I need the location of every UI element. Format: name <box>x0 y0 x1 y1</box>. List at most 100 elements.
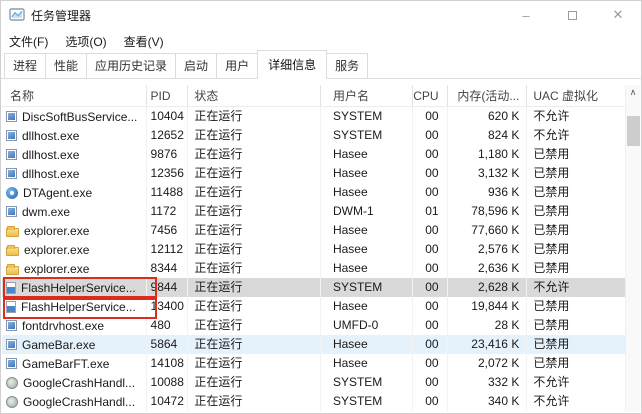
user-cell: DWM-1 <box>321 202 413 221</box>
cpu-cell: 00 <box>413 354 448 373</box>
process-icon <box>6 376 18 389</box>
process-row[interactable]: dllhost.exe 12356 正在运行 Hasee 00 3,132 K … <box>2 164 625 183</box>
cpu-cell: 01 <box>413 202 448 221</box>
column-header-cpu[interactable]: CPU <box>413 85 448 106</box>
process-icon <box>6 130 17 141</box>
close-button[interactable]: ✕ <box>595 1 641 29</box>
menu-item-view[interactable]: 查看(V) <box>124 31 171 52</box>
tab-performance[interactable]: 性能 <box>45 53 88 79</box>
process-name: dllhost.exe <box>22 128 80 143</box>
process-row[interactable]: DiscSoftBusService... 10404 正在运行 SYSTEM … <box>2 107 625 126</box>
cpu-cell: 00 <box>413 297 448 316</box>
process-row[interactable]: FlashHelperService... 13400 正在运行 Hasee 0… <box>2 296 625 319</box>
process-row[interactable]: explorer.exe 8344 正在运行 Hasee 00 2,636 K … <box>2 259 625 278</box>
memory-cell: 28 K <box>448 316 528 335</box>
process-row[interactable]: FlashHelperService... 9844 正在运行 SYSTEM 0… <box>2 277 625 300</box>
process-name-cell: dllhost.exe <box>2 164 147 183</box>
tab-users[interactable]: 用户 <box>216 53 259 79</box>
process-name: GameBarFT.exe <box>22 356 110 371</box>
cpu-cell: 00 <box>413 221 448 240</box>
status-cell: 正在运行 <box>188 354 321 373</box>
pid-cell: 12112 <box>147 240 189 259</box>
process-name: fontdrvhost.exe <box>22 318 105 333</box>
menu-item-options[interactable]: 选项(O) <box>65 31 113 52</box>
uac-cell: 不允许 <box>533 109 570 123</box>
process-row[interactable]: GameBar.exe 5864 正在运行 Hasee 00 23,416 K … <box>2 335 625 354</box>
process-row[interactable]: dwm.exe 1172 正在运行 DWM-1 01 78,596 K 已禁用 <box>2 202 625 221</box>
tab-services[interactable]: 服务 <box>326 53 369 79</box>
memory-cell: 332 K <box>448 373 528 392</box>
process-icon <box>6 358 17 369</box>
task-manager-app-icon <box>9 8 25 21</box>
minimize-button[interactable]: – <box>503 1 549 29</box>
process-name: explorer.exe <box>24 261 90 276</box>
tab-startup[interactable]: 启动 <box>175 53 218 79</box>
process-icon <box>6 111 17 122</box>
column-header-user[interactable]: 用户名 <box>321 85 413 106</box>
menu-item-file[interactable]: 文件(F) <box>9 31 55 52</box>
process-name-cell: FlashHelperService... <box>2 297 147 316</box>
user-cell: Hasee <box>321 183 413 202</box>
tab-app-history[interactable]: 应用历史记录 <box>86 53 177 79</box>
process-row[interactable]: DTAgent.exe 11488 正在运行 Hasee 00 936 K 已禁… <box>2 183 625 202</box>
user-cell: Hasee <box>321 145 413 164</box>
column-header-pid[interactable]: PID <box>147 85 189 106</box>
process-name: dwm.exe <box>22 204 71 219</box>
pid-cell: 13400 <box>147 297 189 316</box>
process-name-cell: explorer.exe <box>2 221 147 240</box>
memory-cell: 2,072 K <box>448 354 528 373</box>
uac-cell: 已禁用 <box>533 318 570 332</box>
process-row[interactable]: GoogleCrashHandl... 10472 正在运行 SYSTEM 00… <box>2 392 625 411</box>
process-row[interactable]: GoogleCrashHandl... 10088 正在运行 SYSTEM 00… <box>2 373 625 392</box>
memory-cell: 1,180 K <box>448 145 528 164</box>
column-header-status[interactable]: 状态 <box>188 85 321 106</box>
task-manager-window: 任务管理器 – ✕ 文件(F) 选项(O) 查看(V) 进程 性能 应用历史记录… <box>0 0 642 414</box>
uac-cell: 已禁用 <box>533 223 570 237</box>
process-name-cell: GoogleCrashHandl... <box>2 373 147 392</box>
memory-cell: 620 K <box>448 107 528 126</box>
user-cell: Hasee <box>321 164 413 183</box>
column-header-name[interactable]: ˆ 名称 <box>2 85 147 106</box>
process-icon <box>6 339 17 350</box>
process-row[interactable]: GameBarFT.exe 14108 正在运行 Hasee 00 2,072 … <box>2 354 625 373</box>
process-row[interactable]: explorer.exe 12112 正在运行 Hasee 00 2,576 K… <box>2 240 625 259</box>
column-header-uac[interactable]: UAC 虚拟化 <box>527 85 625 106</box>
process-name-cell: explorer.exe <box>2 259 147 278</box>
memory-cell: 2,628 K <box>448 278 528 297</box>
memory-cell: 3,132 K <box>448 164 528 183</box>
tabstrip: 进程 性能 应用历史记录 启动 用户 详细信息 服务 <box>1 50 641 79</box>
window-title: 任务管理器 <box>31 8 92 23</box>
uac-cell: 不允许 <box>533 280 570 294</box>
process-name-cell: dllhost.exe <box>2 126 147 145</box>
memory-cell: 2,636 K <box>448 259 528 278</box>
process-row[interactable]: dllhost.exe 12652 正在运行 SYSTEM 00 824 K 不… <box>2 126 625 145</box>
column-header-memory[interactable]: 内存(活动... <box>448 85 528 106</box>
process-name: explorer.exe <box>24 242 90 257</box>
vertical-scrollbar[interactable]: ∧ <box>625 85 640 412</box>
status-cell: 正在运行 <box>188 297 321 316</box>
process-row[interactable]: dllhost.exe 9876 正在运行 Hasee 00 1,180 K 已… <box>2 145 625 164</box>
pid-cell: 1172 <box>147 202 189 221</box>
process-name-cell: DiscSoftBusService... <box>2 107 147 126</box>
pid-cell: 12652 <box>147 126 189 145</box>
table-body: DiscSoftBusService... 10404 正在运行 SYSTEM … <box>2 107 625 411</box>
status-cell: 正在运行 <box>188 145 321 164</box>
tab-details[interactable]: 详细信息 <box>257 50 328 79</box>
maximize-button[interactable] <box>549 1 595 29</box>
uac-cell: 已禁用 <box>533 261 570 275</box>
cpu-cell: 00 <box>413 107 448 126</box>
pid-cell: 5864 <box>147 335 189 354</box>
cpu-cell: 00 <box>413 316 448 335</box>
scroll-thumb[interactable] <box>627 116 640 146</box>
process-row[interactable]: explorer.exe 7456 正在运行 Hasee 00 77,660 K… <box>2 221 625 240</box>
process-icon <box>6 300 16 313</box>
process-name: GoogleCrashHandl... <box>23 375 136 390</box>
pid-cell: 9844 <box>147 278 189 297</box>
status-cell: 正在运行 <box>188 316 321 335</box>
process-name: dllhost.exe <box>22 166 80 181</box>
close-icon: ✕ <box>612 7 624 22</box>
scroll-up-button[interactable]: ∧ <box>626 85 640 100</box>
process-row[interactable]: fontdrvhost.exe 480 正在运行 UMFD-0 00 28 K … <box>2 316 625 335</box>
tab-processes[interactable]: 进程 <box>4 53 47 79</box>
process-icon <box>6 168 17 179</box>
